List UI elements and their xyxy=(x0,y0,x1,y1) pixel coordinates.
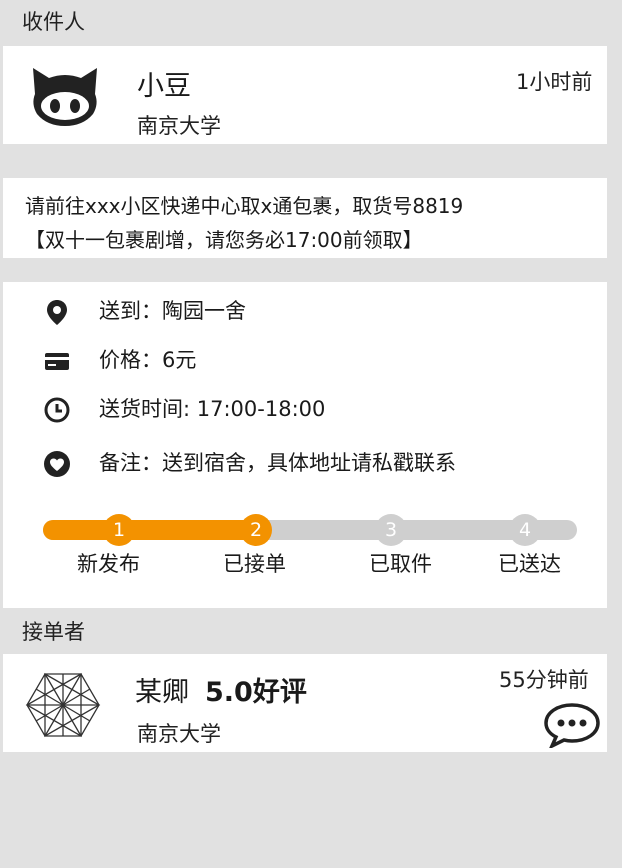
taker-name: 某卿 xyxy=(135,677,189,708)
heart-icon xyxy=(43,450,71,478)
progress-step-1-label: 新发布 xyxy=(77,552,140,576)
taker-card[interactable]: 某卿 5.0好评 南京大学 55分钟前 xyxy=(3,654,607,752)
detail-row-delivery-time: 送货时间: 17:00-18:00 xyxy=(3,392,607,426)
detail-delivery-time-text: 送货时间: 17:00-18:00 xyxy=(99,397,326,421)
detail-row-note: 备注：送到宿舍，具体地址请私戳联系 xyxy=(3,446,607,480)
clock-icon xyxy=(43,396,71,424)
message-card: 请前往xxx小区快递中心取x通包裹，取货号8819 【双十一包裹剧增，请您务必1… xyxy=(3,178,607,258)
progress-step-3-dot: 3 xyxy=(375,514,407,546)
taker-rating: 5.0好评 xyxy=(205,677,307,708)
progress-fill xyxy=(43,520,264,540)
progress-step-4-dot: 4 xyxy=(509,514,541,546)
recipient-name: 小豆 xyxy=(137,71,191,102)
progress-step-4-label: 已送达 xyxy=(498,552,561,576)
detail-destination-text: 送到：陶园一舍 xyxy=(99,299,246,323)
message-line-1: 请前往xxx小区快递中心取x通包裹，取货号8819 xyxy=(25,194,464,218)
detail-price-text: 价格：6元 xyxy=(99,348,197,372)
recipient-time: 1小时前 xyxy=(516,70,593,94)
credit-card-icon xyxy=(43,347,71,375)
order-detail-card: 送到：陶园一舍 价格：6元 送货时间: 17:00-18:00 备注：送到宿舍，… xyxy=(3,282,607,608)
chat-bubble-icon[interactable] xyxy=(543,702,601,750)
recipient-section-title: 收件人 xyxy=(22,10,85,34)
progress-step-2-dot: 2 xyxy=(240,514,272,546)
progress-step-2-label: 已接单 xyxy=(223,552,286,576)
geometric-hexagon-icon xyxy=(25,670,101,740)
progress-step-1-dot: 1 xyxy=(103,514,135,546)
taker-section-title: 接单者 xyxy=(22,620,85,644)
recipient-card[interactable]: 小豆 南京大学 1小时前 xyxy=(3,46,607,144)
progress-step-3-label: 已取件 xyxy=(369,552,432,576)
taker-name-line: 某卿 5.0好评 xyxy=(135,670,307,709)
location-pin-icon xyxy=(43,298,71,326)
detail-row-destination: 送到：陶园一舍 xyxy=(3,294,607,328)
taker-time: 55分钟前 xyxy=(499,668,589,692)
github-octocat-icon xyxy=(27,64,103,128)
detail-note-text: 备注：送到宿舍，具体地址请私戳联系 xyxy=(99,451,456,475)
taker-school: 南京大学 xyxy=(137,722,221,746)
recipient-school: 南京大学 xyxy=(137,114,221,138)
message-line-2: 【双十一包裹剧增，请您务必17:00前领取】 xyxy=(25,228,423,252)
detail-row-price: 价格：6元 xyxy=(3,343,607,377)
